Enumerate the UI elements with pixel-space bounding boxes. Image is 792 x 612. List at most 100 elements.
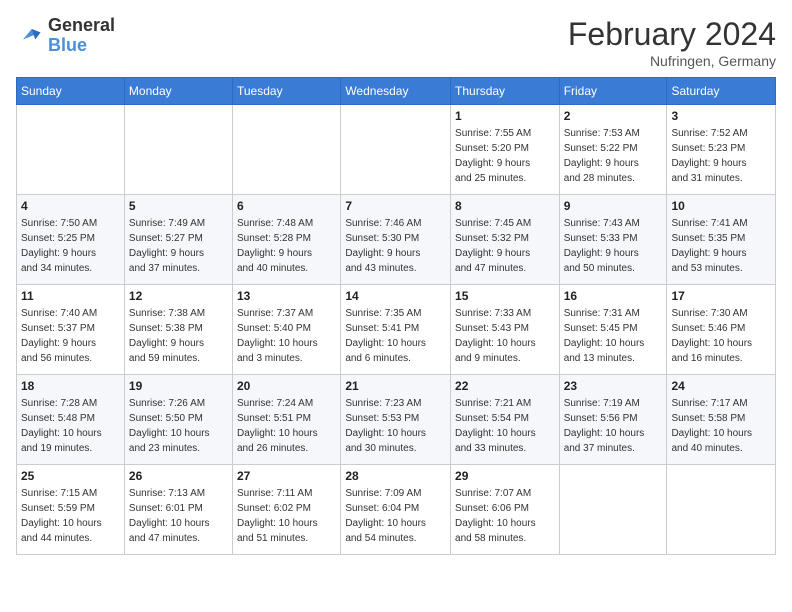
day-info: Sunrise: 7:45 AM Sunset: 5:32 PM Dayligh… bbox=[455, 216, 555, 276]
calendar-cell: 18 Sunrise: 7:28 AM Sunset: 5:48 PM Dayli… bbox=[17, 375, 125, 465]
day-number: 29 bbox=[455, 469, 555, 483]
calendar-cell: 17 Sunrise: 7:30 AM Sunset: 5:46 PM Dayli… bbox=[667, 285, 776, 375]
day-number: 15 bbox=[455, 289, 555, 303]
logo: General Blue bbox=[16, 16, 115, 56]
calendar-cell: 26 Sunrise: 7:13 AM Sunset: 6:01 PM Dayli… bbox=[124, 465, 232, 555]
calendar-week-row: 25Sunrise: 7:15 AM Sunset: 5:59 PM Dayli… bbox=[17, 465, 776, 555]
day-info: Sunrise: 7:30 AM Sunset: 5:46 PM Dayligh… bbox=[671, 306, 771, 366]
day-number: 11 bbox=[21, 289, 120, 303]
day-number: 7 bbox=[345, 199, 446, 213]
calendar-week-row: 4 Sunrise: 7:50 AM Sunset: 5:25 PM Daylig… bbox=[17, 195, 776, 285]
calendar-cell: 21 Sunrise: 7:23 AM Sunset: 5:53 PM Dayli… bbox=[341, 375, 451, 465]
day-info: Sunrise: 7:23 AM Sunset: 5:53 PM Dayligh… bbox=[345, 396, 446, 456]
title-block: February 2024 Nufringen, Germany bbox=[568, 16, 776, 69]
day-number: 23 bbox=[564, 379, 663, 393]
day-info: Sunrise: 7:17 AM Sunset: 5:58 PM Dayligh… bbox=[671, 396, 771, 456]
day-number: 12 bbox=[129, 289, 228, 303]
calendar-cell: 9Sunrise: 7:43 AM Sunset: 5:33 PM Daylig… bbox=[559, 195, 667, 285]
day-info: Sunrise: 7:19 AM Sunset: 5:56 PM Dayligh… bbox=[564, 396, 663, 456]
calendar-cell: 20 Sunrise: 7:24 AM Sunset: 5:51 PM Dayli… bbox=[233, 375, 341, 465]
calendar-cell: 16 Sunrise: 7:31 AM Sunset: 5:45 PM Dayli… bbox=[559, 285, 667, 375]
calendar-cell: 19 Sunrise: 7:26 AM Sunset: 5:50 PM Dayli… bbox=[124, 375, 232, 465]
day-info: Sunrise: 7:43 AM Sunset: 5:33 PM Dayligh… bbox=[564, 216, 663, 276]
day-info: Sunrise: 7:55 AM Sunset: 5:20 PM Dayligh… bbox=[455, 126, 555, 186]
calendar-cell: 7 Sunrise: 7:46 AM Sunset: 5:30 PM Daylig… bbox=[341, 195, 451, 285]
day-number: 24 bbox=[671, 379, 771, 393]
weekday-header-monday: Monday bbox=[124, 78, 232, 105]
calendar-cell bbox=[341, 105, 451, 195]
calendar-cell: 10 Sunrise: 7:41 AM Sunset: 5:35 PM Dayli… bbox=[667, 195, 776, 285]
day-number: 22 bbox=[455, 379, 555, 393]
calendar-cell: 5 Sunrise: 7:49 AM Sunset: 5:27 PM Daylig… bbox=[124, 195, 232, 285]
day-info: Sunrise: 7:33 AM Sunset: 5:43 PM Dayligh… bbox=[455, 306, 555, 366]
location-label: Nufringen, Germany bbox=[568, 53, 776, 69]
day-number: 5 bbox=[129, 199, 228, 213]
day-info: Sunrise: 7:50 AM Sunset: 5:25 PM Dayligh… bbox=[21, 216, 120, 276]
month-year-title: February 2024 bbox=[568, 16, 776, 53]
calendar-cell: 14Sunrise: 7:35 AM Sunset: 5:41 PM Dayli… bbox=[341, 285, 451, 375]
calendar-week-row: 11 Sunrise: 7:40 AM Sunset: 5:37 PM Dayli… bbox=[17, 285, 776, 375]
day-info: Sunrise: 7:49 AM Sunset: 5:27 PM Dayligh… bbox=[129, 216, 228, 276]
weekday-header-wednesday: Wednesday bbox=[341, 78, 451, 105]
logo-icon bbox=[16, 22, 44, 50]
day-info: Sunrise: 7:40 AM Sunset: 5:37 PM Dayligh… bbox=[21, 306, 120, 366]
calendar-week-row: 18 Sunrise: 7:28 AM Sunset: 5:48 PM Dayli… bbox=[17, 375, 776, 465]
day-info: Sunrise: 7:31 AM Sunset: 5:45 PM Dayligh… bbox=[564, 306, 663, 366]
day-info: Sunrise: 7:38 AM Sunset: 5:38 PM Dayligh… bbox=[129, 306, 228, 366]
calendar-cell: 8 Sunrise: 7:45 AM Sunset: 5:32 PM Daylig… bbox=[451, 195, 560, 285]
calendar-cell: 28 Sunrise: 7:09 AM Sunset: 6:04 PM Dayli… bbox=[341, 465, 451, 555]
day-info: Sunrise: 7:46 AM Sunset: 5:30 PM Dayligh… bbox=[345, 216, 446, 276]
calendar-cell: 12 Sunrise: 7:38 AM Sunset: 5:38 PM Dayli… bbox=[124, 285, 232, 375]
day-number: 4 bbox=[21, 199, 120, 213]
day-info: Sunrise: 7:48 AM Sunset: 5:28 PM Dayligh… bbox=[237, 216, 336, 276]
weekday-header-saturday: Saturday bbox=[667, 78, 776, 105]
weekday-header-friday: Friday bbox=[559, 78, 667, 105]
day-info: Sunrise: 7:26 AM Sunset: 5:50 PM Dayligh… bbox=[129, 396, 228, 456]
calendar-cell: 27 Sunrise: 7:11 AM Sunset: 6:02 PM Dayli… bbox=[233, 465, 341, 555]
calendar-cell: 15 Sunrise: 7:33 AM Sunset: 5:43 PM Dayli… bbox=[451, 285, 560, 375]
day-number: 27 bbox=[237, 469, 336, 483]
day-number: 2 bbox=[564, 109, 663, 123]
day-info: Sunrise: 7:35 AM Sunset: 5:41 PM Dayligh… bbox=[345, 306, 446, 366]
day-number: 6 bbox=[237, 199, 336, 213]
day-number: 8 bbox=[455, 199, 555, 213]
day-number: 21 bbox=[345, 379, 446, 393]
day-number: 17 bbox=[671, 289, 771, 303]
calendar-cell: 13 Sunrise: 7:37 AM Sunset: 5:40 PM Dayli… bbox=[233, 285, 341, 375]
calendar-cell bbox=[17, 105, 125, 195]
day-info: Sunrise: 7:09 AM Sunset: 6:04 PM Dayligh… bbox=[345, 486, 446, 546]
calendar-cell: 22Sunrise: 7:21 AM Sunset: 5:54 PM Dayli… bbox=[451, 375, 560, 465]
day-number: 18 bbox=[21, 379, 120, 393]
day-number: 19 bbox=[129, 379, 228, 393]
day-number: 20 bbox=[237, 379, 336, 393]
day-info: Sunrise: 7:41 AM Sunset: 5:35 PM Dayligh… bbox=[671, 216, 771, 276]
day-info: Sunrise: 7:11 AM Sunset: 6:02 PM Dayligh… bbox=[237, 486, 336, 546]
day-number: 13 bbox=[237, 289, 336, 303]
calendar-cell: 24 Sunrise: 7:17 AM Sunset: 5:58 PM Dayli… bbox=[667, 375, 776, 465]
calendar-cell: 11 Sunrise: 7:40 AM Sunset: 5:37 PM Dayli… bbox=[17, 285, 125, 375]
calendar-cell: 6 Sunrise: 7:48 AM Sunset: 5:28 PM Daylig… bbox=[233, 195, 341, 285]
calendar-cell: 29Sunrise: 7:07 AM Sunset: 6:06 PM Dayli… bbox=[451, 465, 560, 555]
day-number: 16 bbox=[564, 289, 663, 303]
weekday-header-tuesday: Tuesday bbox=[233, 78, 341, 105]
calendar-cell bbox=[559, 465, 667, 555]
weekday-header-thursday: Thursday bbox=[451, 78, 560, 105]
day-info: Sunrise: 7:37 AM Sunset: 5:40 PM Dayligh… bbox=[237, 306, 336, 366]
calendar-cell: 4 Sunrise: 7:50 AM Sunset: 5:25 PM Daylig… bbox=[17, 195, 125, 285]
day-number: 10 bbox=[671, 199, 771, 213]
day-number: 1 bbox=[455, 109, 555, 123]
calendar-cell: 2Sunrise: 7:53 AM Sunset: 5:22 PM Daylig… bbox=[559, 105, 667, 195]
calendar-cell bbox=[667, 465, 776, 555]
calendar-cell: 23 Sunrise: 7:19 AM Sunset: 5:56 PM Dayli… bbox=[559, 375, 667, 465]
calendar-week-row: 1 Sunrise: 7:55 AM Sunset: 5:20 PM Daylig… bbox=[17, 105, 776, 195]
day-info: Sunrise: 7:13 AM Sunset: 6:01 PM Dayligh… bbox=[129, 486, 228, 546]
day-number: 28 bbox=[345, 469, 446, 483]
logo-text: General Blue bbox=[48, 16, 115, 56]
day-number: 26 bbox=[129, 469, 228, 483]
day-number: 3 bbox=[671, 109, 771, 123]
day-info: Sunrise: 7:28 AM Sunset: 5:48 PM Dayligh… bbox=[21, 396, 120, 456]
day-info: Sunrise: 7:24 AM Sunset: 5:51 PM Dayligh… bbox=[237, 396, 336, 456]
calendar-cell: 3Sunrise: 7:52 AM Sunset: 5:23 PM Daylig… bbox=[667, 105, 776, 195]
calendar-cell: 1 Sunrise: 7:55 AM Sunset: 5:20 PM Daylig… bbox=[451, 105, 560, 195]
page-header: General Blue February 2024 Nufringen, Ge… bbox=[16, 16, 776, 69]
